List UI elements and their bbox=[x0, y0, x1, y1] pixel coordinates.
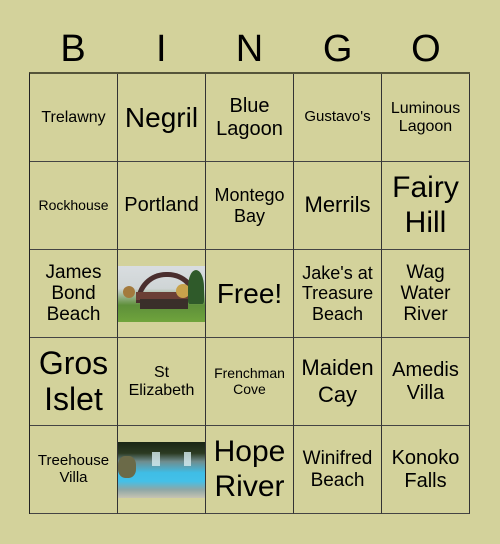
bingo-cell[interactable]: Treehouse Villa bbox=[30, 426, 118, 514]
bingo-cell[interactable]: Luminous Lagoon bbox=[382, 74, 470, 162]
bingo-cell[interactable]: Portland bbox=[118, 162, 206, 250]
header-letter-g: G bbox=[322, 28, 353, 70]
bingo-header: B I N G O bbox=[29, 26, 470, 72]
bingo-cell[interactable]: Amedis Villa bbox=[382, 338, 470, 426]
bingo-cell[interactable]: Jake's at Treasure Beach bbox=[294, 250, 382, 338]
bingo-cell-image[interactable] bbox=[118, 426, 206, 514]
bingo-cell[interactable]: Fairy Hill bbox=[382, 162, 470, 250]
bingo-cell[interactable]: Wag Water River bbox=[382, 250, 470, 338]
bingo-cell[interactable]: Negril bbox=[118, 74, 206, 162]
header-letter-n: N bbox=[235, 28, 264, 70]
waterfall-photo bbox=[118, 441, 205, 498]
bingo-cell[interactable]: Winifred Beach bbox=[294, 426, 382, 514]
bingo-cell[interactable]: Blue Lagoon bbox=[206, 74, 294, 162]
free-space[interactable]: Free! bbox=[206, 250, 294, 338]
bingo-cell[interactable]: Frenchman Cove bbox=[206, 338, 294, 426]
header-letter-i: I bbox=[156, 28, 167, 70]
bingo-card: Trelawny Negril Blue Lagoon Gustavo's Lu… bbox=[29, 72, 470, 514]
bingo-cell[interactable]: Rockhouse bbox=[30, 162, 118, 250]
header-letter-b: B bbox=[60, 28, 86, 70]
bingo-cell[interactable]: Merrils bbox=[294, 162, 382, 250]
bingo-cell[interactable]: Konoko Falls bbox=[382, 426, 470, 514]
bingo-cell-image[interactable] bbox=[118, 250, 206, 338]
bingo-cell[interactable]: James Bond Beach bbox=[30, 250, 118, 338]
bingo-cell[interactable]: Montego Bay bbox=[206, 162, 294, 250]
bingo-cell[interactable]: Gustavo's bbox=[294, 74, 382, 162]
bingo-cell[interactable]: Gros Islet bbox=[30, 338, 118, 426]
bingo-cell[interactable]: Hope River bbox=[206, 426, 294, 514]
bingo-cell[interactable]: Maiden Cay bbox=[294, 338, 382, 426]
appleton-estate-photo bbox=[118, 265, 205, 322]
bingo-cell[interactable]: Trelawny bbox=[30, 74, 118, 162]
bingo-cell[interactable]: St Elizabeth bbox=[118, 338, 206, 426]
header-letter-o: O bbox=[411, 28, 441, 70]
